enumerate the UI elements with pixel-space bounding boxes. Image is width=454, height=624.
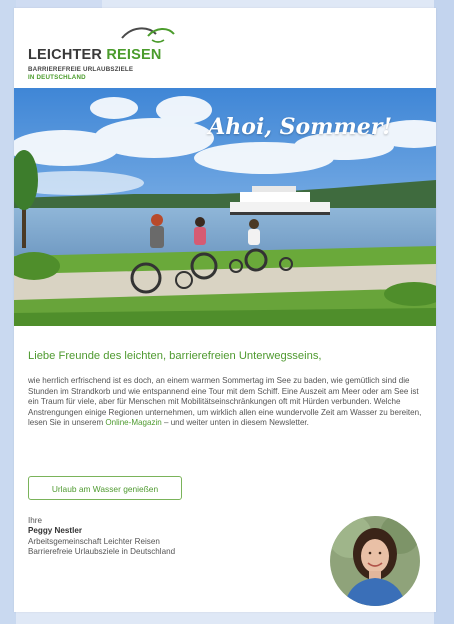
page-background-strip (16, 0, 102, 8)
logo-title: LEICHTER REISEN (28, 47, 162, 63)
brand-logo[interactable]: LEICHTER REISEN BARRIEREFREIE URLAUBSZIE… (28, 24, 198, 84)
signature-block: Ihre Peggy Nestler Arbeitsgemeinschaft L… (28, 516, 268, 558)
online-magazin-link[interactable]: Online-Magazin (105, 418, 161, 427)
newsletter-card: LEICHTER REISEN BARRIEREFREIE URLAUBSZIE… (14, 8, 436, 612)
logo-title-part1: LEICHTER (28, 47, 103, 63)
hero-image[interactable]: Ahoi, Sommer! (14, 88, 436, 326)
avatar (330, 516, 420, 606)
logo-swoosh-icon (121, 27, 175, 43)
signature-line1: Arbeitsgemeinschaft Leichter Reisen (28, 536, 160, 546)
greeting-heading: Liebe Freunde des leichten, barrierefrei… (28, 350, 322, 362)
logo-title-part2: REISEN (106, 47, 162, 63)
intro-paragraph: wie herrlich erfrischend ist es doch, an… (28, 376, 424, 429)
signature-name: Peggy Nestler (28, 526, 82, 536)
urlaub-am-wasser-button[interactable]: Urlaub am Wasser genießen (28, 476, 182, 500)
intro-text-part2: – und weiter unten in diesem Newsletter. (161, 418, 309, 428)
hero-overlay-text: Ahoi, Sommer! (208, 114, 392, 140)
signature-line2: Barrierefreie Urlaubsziele in Deutschlan… (28, 547, 176, 557)
logo-subtitle-line1: BARRIEREFREIE URLAUBSZIELE (28, 66, 134, 73)
page-background-right (434, 0, 454, 624)
signature-salutation: Ihre (28, 516, 42, 525)
portrait-illustration (330, 516, 420, 606)
logo-subtitle-line2: IN DEUTSCHLAND (28, 74, 86, 81)
